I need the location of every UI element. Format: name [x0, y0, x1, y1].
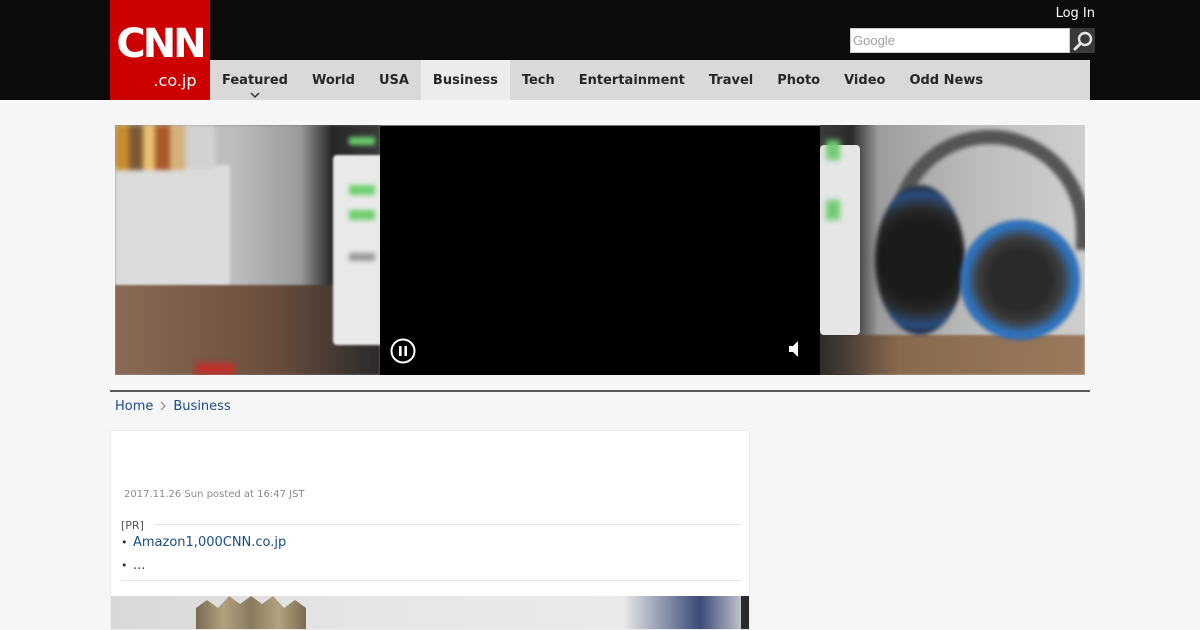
main-nav: Featured World USA Business Tech Enterta… [210, 60, 995, 100]
banner-background-right [820, 125, 1085, 375]
banner-bg-shape [875, 185, 965, 335]
nav-item-odd-news[interactable]: Odd News [897, 60, 995, 100]
nav-label: Photo [777, 72, 821, 88]
nav-label: Business [432, 72, 498, 88]
photo-shape [196, 596, 306, 629]
logo-domain: .co.jp [153, 71, 197, 90]
article-card: 2017.11.26 Sun posted at 16:47 JST [PR] … [110, 430, 750, 630]
nav-item-entertainment[interactable]: Entertainment [567, 60, 697, 100]
nav-item-travel[interactable]: Travel [697, 60, 765, 100]
chevron-right-icon [160, 401, 167, 411]
article-photo [111, 596, 749, 629]
banner-bg-shape [333, 155, 383, 345]
banner-background-left [115, 125, 383, 375]
nav-label: World [311, 72, 355, 88]
nav-item-photo[interactable]: Photo [765, 60, 832, 100]
breadcrumb: Home Business [115, 397, 231, 415]
banner-bg-shape [820, 145, 860, 335]
nav-item-video[interactable]: Video [832, 60, 897, 100]
search-icon [1073, 31, 1092, 50]
breadcrumb-separator [160, 401, 167, 411]
nav-label: Featured [222, 72, 288, 88]
pr-list-item: • Amazon1,000CNN.co.jp [121, 535, 286, 550]
nav-label: Entertainment [578, 72, 685, 88]
breadcrumb-home[interactable]: Home [115, 399, 153, 414]
banner-bg-shape [826, 140, 840, 160]
banner-bg-shape [349, 253, 375, 261]
banner-bg-shape [820, 335, 1085, 375]
nav-item-featured[interactable]: Featured [210, 60, 300, 100]
pause-icon[interactable] [390, 338, 416, 364]
nav-item-world[interactable]: World [300, 60, 367, 100]
pr-divider [121, 580, 741, 581]
nav-label: Video [844, 72, 886, 88]
pr-link[interactable]: ... [133, 558, 145, 573]
section-divider [110, 390, 1090, 392]
video-banner [115, 125, 1085, 375]
volume-icon[interactable] [785, 338, 807, 360]
banner-bg-shape [349, 137, 375, 145]
video-player[interactable] [380, 126, 820, 375]
chevron-down-icon [250, 92, 260, 98]
banner-bg-shape [960, 220, 1080, 340]
banner-bg-shape [195, 363, 235, 375]
pr-divider [154, 524, 741, 525]
logo-text: CNN [116, 21, 206, 67]
bullet: • [121, 536, 128, 549]
breadcrumb-business[interactable]: Business [173, 399, 230, 414]
bullet: • [121, 559, 128, 572]
pr-list-item: • ... [121, 558, 145, 573]
banner-bg-shape [349, 185, 375, 195]
banner-bg-shape [349, 210, 375, 220]
nav-label: USA [378, 72, 409, 88]
nav-label: Odd News [909, 72, 984, 88]
banner-bg-shape [826, 200, 840, 220]
posted-timestamp: 2017.11.26 Sun posted at 16:47 JST [124, 489, 305, 500]
nav-label: Travel [708, 72, 754, 88]
banner-bg-shape [115, 125, 215, 170]
cnn-logo[interactable]: CNN .co.jp [110, 0, 210, 100]
search-input[interactable] [850, 28, 1070, 53]
nav-item-usa[interactable]: USA [367, 60, 421, 100]
pr-link[interactable]: Amazon1,000CNN.co.jp [133, 535, 286, 550]
nav-item-tech[interactable]: Tech [510, 60, 567, 100]
pr-label: [PR] [121, 519, 144, 532]
nav-label: Tech [521, 72, 555, 88]
photo-credit-strip [741, 596, 749, 629]
nav-item-business[interactable]: Business [420, 60, 510, 100]
login-link[interactable]: Log In [1056, 5, 1095, 23]
search-button[interactable] [1070, 28, 1095, 53]
